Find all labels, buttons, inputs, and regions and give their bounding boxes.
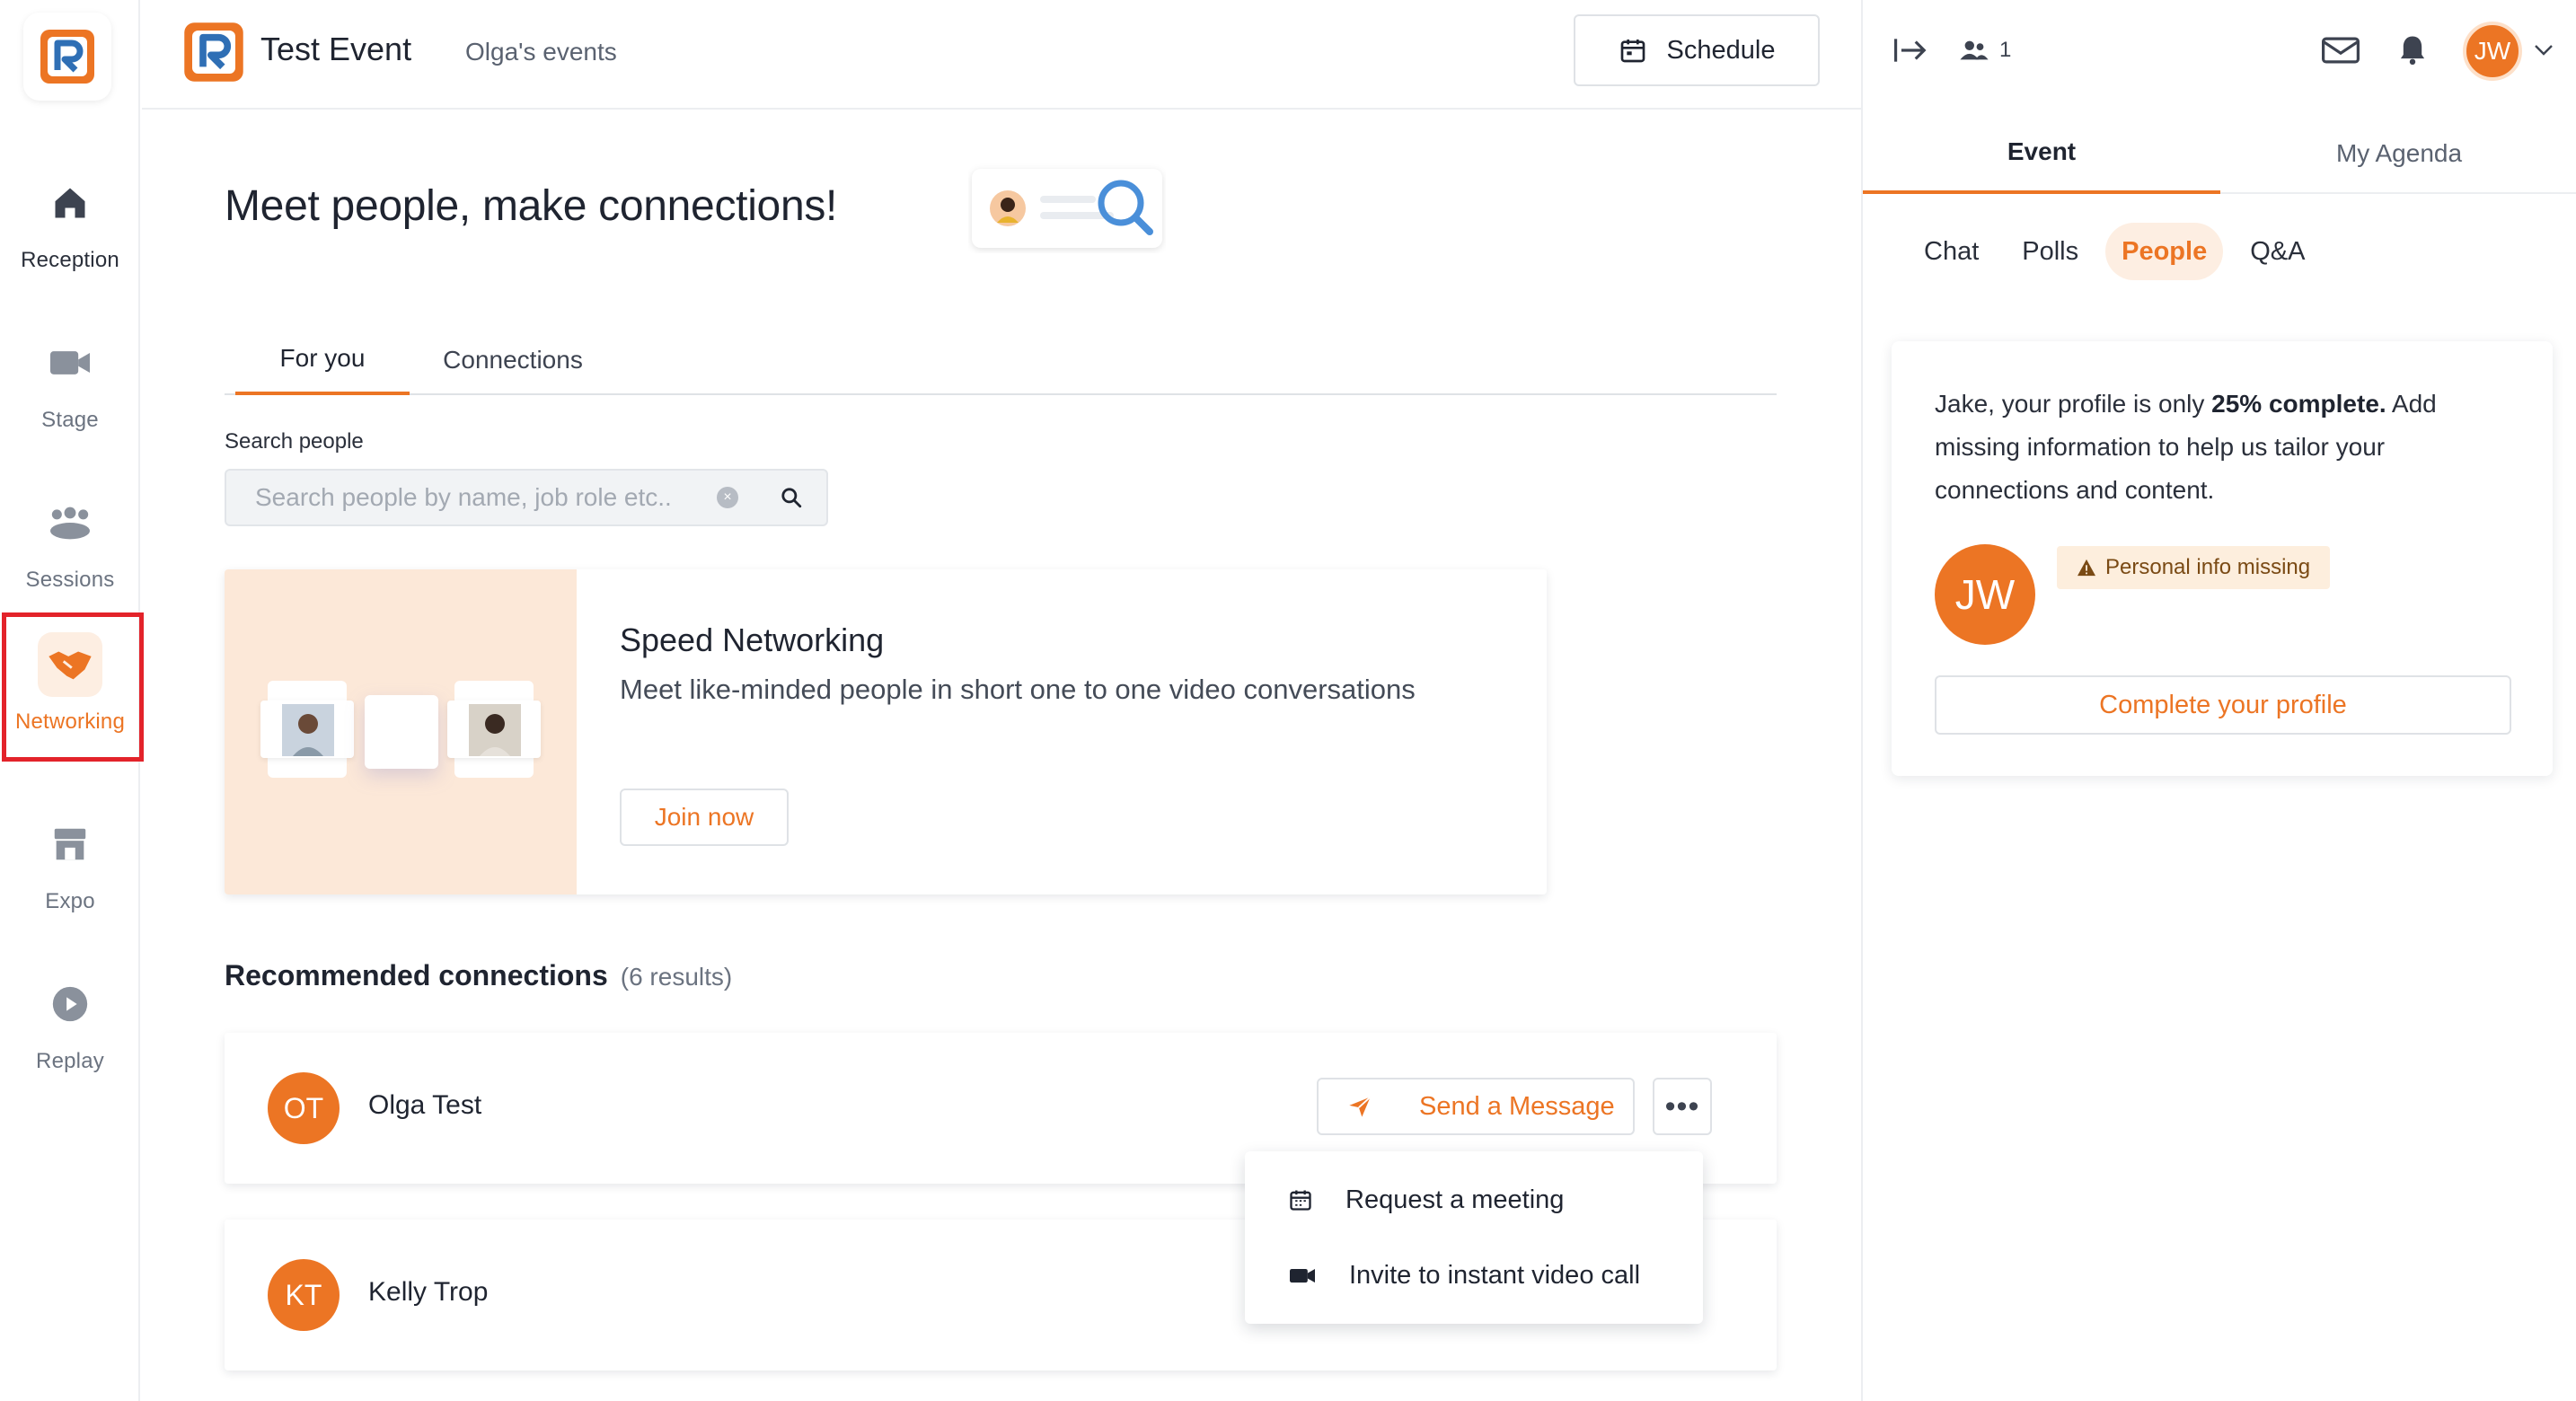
avatar: KT <box>268 1259 340 1331</box>
send-message-button[interactable]: Send a Message <box>1317 1078 1635 1135</box>
more-options-button[interactable]: ••• <box>1653 1078 1712 1135</box>
nav-item-expo[interactable]: Expo <box>0 792 140 947</box>
main-tabs: For you Connections <box>225 325 1777 395</box>
profile-completion-card: Jake, your profile is only 25% complete.… <box>1892 341 2553 776</box>
store-icon <box>38 812 102 877</box>
speed-networking-card: Speed Networking Meet like-minded people… <box>225 569 1547 894</box>
app-root: Reception Stage Sessions Networking Expo… <box>0 0 2576 1401</box>
join-now-button[interactable]: Join now <box>620 789 789 846</box>
send-icon <box>1349 1096 1372 1117</box>
video-camera-icon <box>1290 1269 1315 1283</box>
nav-label: Networking <box>14 709 126 734</box>
notifications-bell-icon[interactable] <box>2395 31 2430 68</box>
tab-people[interactable]: People <box>2105 223 2224 280</box>
tab-polls[interactable]: Polls <box>2006 223 2095 280</box>
speed-networking-title: Speed Networking <box>620 621 885 658</box>
brand-logo-icon <box>184 22 243 82</box>
side-panel: 1 JW Event My Agenda Chat Polls People Q… <box>1861 0 2576 1401</box>
schedule-label: Schedule <box>1666 35 1776 65</box>
nav-label: Replay <box>36 1049 104 1073</box>
complete-profile-button[interactable]: Complete your profile <box>1935 675 2511 735</box>
handshake-icon <box>38 632 102 697</box>
top-header: Test Event Olga's events Schedule <box>142 0 1861 110</box>
recommended-title: Recommended connections <box>225 959 608 991</box>
recommended-heading: Recommended connections (6 results) <box>225 959 732 992</box>
attendee-count: 1 <box>1999 38 2012 62</box>
search-input[interactable] <box>226 471 765 524</box>
clear-search-icon[interactable]: × <box>717 487 738 508</box>
nav-label: Sessions <box>25 568 115 592</box>
profile-completion-text: Jake, your profile is only 25% complete.… <box>1935 383 2519 512</box>
warning-badge: Personal info missing <box>2057 546 2331 589</box>
inbox-icon[interactable] <box>2321 32 2360 68</box>
side-toolbar: 1 JW <box>1863 0 2576 101</box>
nav-label: Reception <box>21 248 119 272</box>
nav-item-networking[interactable]: Networking <box>0 612 140 767</box>
calendar-icon <box>1290 1190 1311 1211</box>
profile-percent: 25% complete. <box>2211 390 2386 418</box>
nav-label: Expo <box>45 889 95 913</box>
event-logo <box>181 20 246 84</box>
brand-logo-icon <box>40 30 94 84</box>
networking-illustration <box>968 163 1166 253</box>
more-icon: ••• <box>1664 1088 1700 1123</box>
play-circle-icon <box>38 972 102 1036</box>
person-name[interactable]: Olga Test <box>368 1090 481 1121</box>
calendar-icon <box>1620 40 1645 63</box>
profile-avatar: JW <box>1935 544 2035 645</box>
warning-icon <box>2078 559 2095 577</box>
tab-connections[interactable]: Connections <box>429 325 596 395</box>
nav-item-stage[interactable]: Stage <box>0 311 140 465</box>
side-sub-tabs: Chat Polls People Q&A <box>1908 223 2321 280</box>
warning-text: Personal info missing <box>2105 555 2311 579</box>
attendees-icon[interactable] <box>1958 36 1990 65</box>
event-title: Test Event <box>260 31 412 67</box>
search-button[interactable] <box>771 478 812 517</box>
main-content: Meet people, make connections! For you C… <box>142 111 1861 1401</box>
nav-item-sessions[interactable]: Sessions <box>0 471 140 625</box>
menu-item-label: Request a meeting <box>1345 1185 1565 1214</box>
nav-label: Stage <box>41 408 99 432</box>
nav-item-replay[interactable]: Replay <box>0 952 140 1106</box>
menu-item-label: Invite to instant video call <box>1349 1260 1641 1290</box>
tab-qa[interactable]: Q&A <box>2234 223 2321 280</box>
tab-chat[interactable]: Chat <box>1908 223 1995 280</box>
page-title: Meet people, make connections! <box>225 182 838 230</box>
send-message-label: Send a Message <box>1419 1091 1615 1121</box>
side-tabs: Event My Agenda <box>1863 113 2576 194</box>
person-name[interactable]: Kelly Trop <box>368 1277 488 1308</box>
tab-event[interactable]: Event <box>1863 113 2220 194</box>
search-box: × <box>225 469 828 526</box>
nav-item-reception[interactable]: Reception <box>0 151 140 305</box>
organizer-link[interactable]: Olga's events <box>465 38 617 66</box>
schedule-button[interactable]: Schedule <box>1574 14 1820 86</box>
chevron-down-icon[interactable] <box>2533 40 2554 61</box>
menu-item-request-meeting[interactable]: Request a meeting <box>1245 1162 1703 1238</box>
more-options-menu: Request a meeting Invite to instant vide… <box>1245 1151 1703 1324</box>
user-avatar[interactable]: JW <box>2463 22 2522 81</box>
profile-text-start: Jake, your profile is only <box>1935 390 2212 418</box>
search-icon <box>781 488 802 508</box>
video-camera-icon <box>38 330 102 395</box>
left-nav-rail: Reception Stage Sessions Networking Expo… <box>0 0 144 1401</box>
collapse-panel-icon[interactable] <box>1893 32 1929 68</box>
people-group-icon <box>38 490 102 555</box>
avatar: OT <box>268 1072 340 1144</box>
speed-networking-illustration <box>225 569 577 894</box>
home-icon <box>38 171 102 235</box>
tab-for-you[interactable]: For you <box>235 325 410 395</box>
app-logo[interactable] <box>23 13 111 101</box>
menu-item-instant-video-call[interactable]: Invite to instant video call <box>1245 1238 1703 1313</box>
tab-my-agenda[interactable]: My Agenda <box>2220 113 2576 194</box>
search-label: Search people <box>225 429 364 454</box>
results-count: (6 results) <box>620 963 733 991</box>
speed-networking-description: Meet like-minded people in short one to … <box>620 674 1416 705</box>
